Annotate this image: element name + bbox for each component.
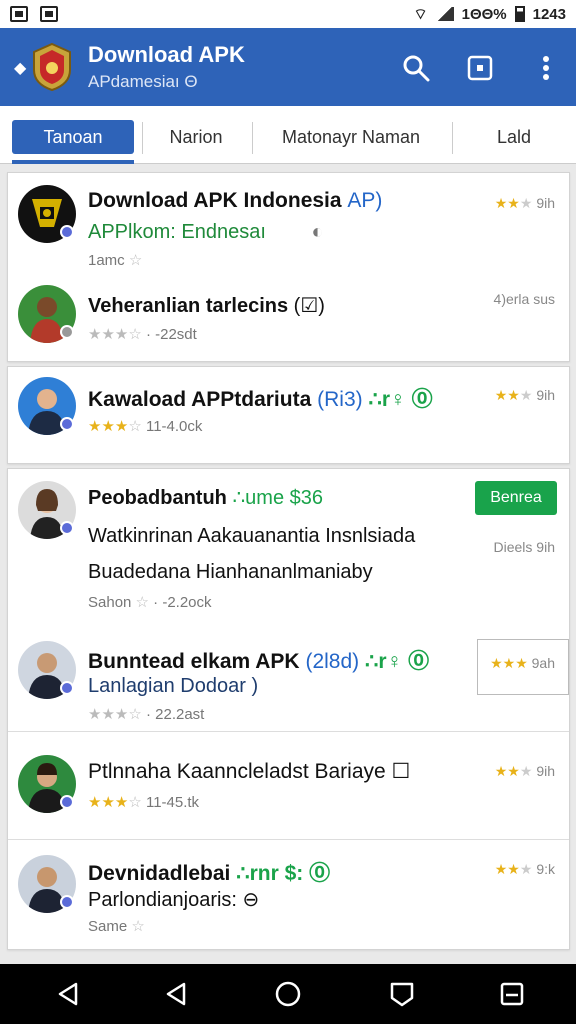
- app-meta: ★★★☆ · 22.2ast: [88, 706, 205, 723]
- back-button[interactable]: [52, 978, 84, 1010]
- app-rating: ★★★ 9ih: [494, 387, 555, 403]
- download-box-icon: [467, 55, 493, 81]
- app-description-line: Watkinrinan Aakauanantia Insnlsiada: [88, 525, 416, 547]
- app-subtitle: Lanlagian Dodoar ): [88, 675, 259, 697]
- rating-stars-icon: ★★★☆: [88, 326, 142, 343]
- app-name: Veheranlian tarlecins (☑): [88, 295, 325, 317]
- tab-narion[interactable]: Narion: [146, 120, 246, 154]
- battery-text: 1ΘΘ%: [461, 5, 507, 23]
- clock: 1243: [532, 5, 566, 23]
- rating-stars-icon: ★★★☆: [88, 706, 142, 723]
- tab-tanoan[interactable]: Tanoan: [12, 120, 134, 154]
- app-name: Bunntead elkam APK (2l8d) ∴r♀ ⓪: [88, 650, 430, 673]
- overflow-menu-button[interactable]: [528, 50, 564, 86]
- app-title: Download APK: [88, 42, 245, 67]
- app-meta: ★★★☆ · -22sdt: [88, 326, 197, 343]
- search-button[interactable]: [398, 50, 434, 86]
- more-vert-icon: [543, 56, 549, 80]
- tab-lald[interactable]: Lald: [456, 120, 572, 154]
- app-subtitle: Parlondianjoaris: ⊖: [88, 889, 260, 911]
- app-subtitle: APPlkom: Endnesaı ◐: [88, 221, 324, 243]
- app-name: Devnidadlebai ∴rnr $: ⓪: [88, 862, 331, 885]
- list-item-app-4[interactable]: Bunntead elkam APK (2l8d) ∴r♀ ⓪ Lanlagia…: [8, 621, 569, 731]
- info-icon: ◐: [311, 221, 324, 243]
- install-button[interactable]: Benrea: [475, 481, 557, 515]
- active-tab-indicator: [12, 160, 134, 164]
- app-rating: 4)erla sus: [493, 291, 555, 307]
- verified-badge-icon: [60, 325, 74, 339]
- list-item-app-3[interactable]: Peobadbantuh ∴ume $36 Benrea Watkinrinan…: [8, 469, 569, 619]
- app-meta: 1amc ☆: [88, 252, 143, 269]
- tab-divider: [452, 122, 453, 154]
- system-nav-bar: [0, 964, 576, 1024]
- photo-notification-icon: [40, 6, 58, 22]
- app-bar: ◆ Download APK APdamesiaı Θ: [0, 28, 576, 106]
- rating-stars-icon: ★★★: [490, 655, 528, 671]
- app-logo-icon: [33, 42, 71, 92]
- shield-icon: [390, 982, 414, 1007]
- tab-divider: [252, 122, 253, 154]
- rating-stars-icon: ★★★: [88, 794, 129, 811]
- app-card: Download APK Indonesia AP) APPlkom: Endn…: [7, 172, 570, 362]
- notifications-button[interactable]: [386, 978, 418, 1010]
- app-rating: ★★★ 9ih: [494, 195, 555, 211]
- home-circle-icon: [275, 981, 301, 1007]
- download-button[interactable]: [462, 50, 498, 86]
- recents-square-icon: [500, 982, 524, 1006]
- signal-icon: [435, 7, 454, 21]
- nav-diamond-icon[interactable]: ◆: [14, 58, 26, 78]
- app-rating: ★★★ 9ah: [490, 655, 555, 671]
- app-name: Ptlnnaha Kaanncleladst Bariaye ☐: [88, 760, 411, 783]
- app-name: Download APK Indonesia AP): [88, 189, 383, 212]
- list-item-app-5[interactable]: Ptlnnaha Kaanncleladst Bariaye ☐ ★★★☆ 11…: [8, 733, 569, 839]
- home-button[interactable]: [272, 978, 304, 1010]
- status-bar: ⌔ 1ΘΘ% 1243: [0, 0, 576, 28]
- back-alt-button[interactable]: [160, 978, 192, 1010]
- tab-divider: [142, 122, 143, 154]
- star-icon: ☆: [135, 594, 149, 611]
- verified-badge-icon: [60, 681, 74, 695]
- app-rating: ★★★ 9:k: [494, 861, 555, 877]
- tab-bar: Tanoan Narion Matonayr Naman Lald: [0, 106, 576, 164]
- list-item-app-2[interactable]: Kawaload APPtdariuta (Ri3) ∴r♀ ⓪ ★★★☆ 11…: [8, 367, 569, 465]
- wifi-icon: ⌔: [413, 5, 428, 23]
- app-name: Peobadbantuh ∴ume $36: [88, 487, 324, 509]
- rating-stars-icon: ★★: [494, 861, 520, 877]
- app-rating: ★★★ 9ih: [494, 763, 555, 779]
- rating-stars-icon: ★★: [494, 387, 520, 403]
- verified-badge-icon: [60, 521, 74, 535]
- list-divider: [8, 839, 569, 840]
- app-rating: Dieels 9ih: [493, 539, 555, 555]
- gallery-notification-icon: [10, 6, 28, 22]
- app-meta: Same ☆: [88, 918, 145, 935]
- tab-matonayr-naman[interactable]: Matonayr Naman: [256, 120, 446, 154]
- app-subtitle: APdamesiaı Θ: [88, 72, 198, 91]
- list-item-app-0[interactable]: Download APK Indonesia AP) APPlkom: Endn…: [8, 173, 569, 273]
- back-triangle-icon: [58, 982, 78, 1006]
- verified-badge-icon: [60, 795, 74, 809]
- rating-stars-icon: ★★: [494, 763, 520, 779]
- verified-badge-icon: [60, 225, 74, 239]
- back-triangle-icon: [166, 982, 186, 1006]
- search-icon: [403, 55, 430, 82]
- app-meta: Sahon ☆ · -2.2ock: [88, 594, 212, 611]
- app-card: Kawaload APPtdariuta (Ri3) ∴r♀ ⓪ ★★★☆ 11…: [7, 366, 570, 464]
- star-icon: ☆: [131, 918, 145, 935]
- verified-badge-icon: [60, 417, 74, 431]
- battery-icon: [514, 6, 525, 22]
- recents-button[interactable]: [496, 978, 528, 1010]
- app-meta: ★★★☆ 11-4.0ck: [88, 418, 203, 435]
- app-name: Kawaload APPtdariuta (Ri3) ∴r♀ ⓪: [88, 388, 433, 411]
- app-card: Peobadbantuh ∴ume $36 Benrea Watkinrinan…: [7, 468, 570, 950]
- rating-stars-icon: ★★: [494, 195, 520, 211]
- list-item-app-6[interactable]: Devnidadlebai ∴rnr $: ⓪ Parlondianjoaris…: [8, 841, 569, 949]
- rating-stars-icon: ★★★: [88, 418, 129, 435]
- list-divider: [8, 731, 569, 732]
- verified-badge-icon: [60, 895, 74, 909]
- app-meta: ★★★☆ 11-45.tk: [88, 794, 200, 811]
- app-description-line: Buadedana Hianhananlmaniaby: [88, 561, 373, 583]
- star-icon: ☆: [128, 252, 143, 269]
- list-item-app-1[interactable]: Veheranlian tarlecins (☑) ★★★☆ · -22sdt …: [8, 273, 569, 363]
